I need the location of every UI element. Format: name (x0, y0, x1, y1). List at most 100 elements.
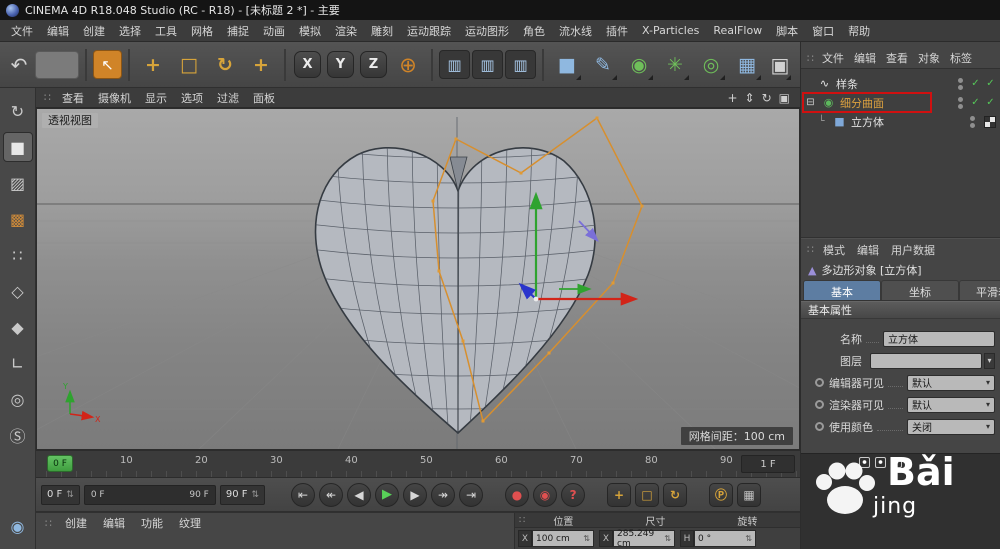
viewport-toggle-icon[interactable]: ▣ (779, 91, 790, 105)
current-frame-field[interactable]: 1 F (741, 455, 795, 473)
viewport-menu-item[interactable]: 查看 (55, 90, 91, 106)
material-menu-item[interactable]: 纹理 (171, 515, 209, 531)
keyframe-help-button[interactable]: ? (561, 483, 585, 507)
texture-tag[interactable] (984, 116, 996, 128)
record-rotation-button[interactable]: ↻ (663, 483, 687, 507)
object-manager-menu-item[interactable]: 编辑 (849, 50, 881, 66)
edges-mode-button[interactable]: ◇ (3, 276, 33, 306)
object-manager-menu-item[interactable]: 标签 (945, 50, 977, 66)
mograph-button[interactable]: ✳ (658, 47, 692, 83)
viewport-zoom-icon[interactable]: ⇕ (745, 91, 755, 105)
heart-mesh[interactable] (309, 124, 605, 439)
record-parameter-button[interactable]: Ⓟ (709, 483, 733, 507)
viewport-canvas[interactable]: Y X (37, 109, 800, 450)
object-list[interactable]: ∿ 样条 ✓ ✓ ⊟ ◉ 细分曲面 ✓ ✓ └ ■ 立方体 (801, 68, 1000, 238)
undo-button[interactable]: ↶ (5, 47, 33, 83)
use-color-select[interactable]: 关闭▾ (907, 419, 995, 435)
menu-item[interactable]: X-Particles (635, 24, 706, 37)
goto-start-button[interactable]: ⇤ (291, 483, 315, 507)
coordinate-input[interactable]: 0 °⇅ (694, 530, 756, 547)
enabled-check-icon[interactable]: ✓ (970, 78, 981, 89)
attribute-menu-item[interactable]: 用户数据 (885, 242, 941, 258)
transport-gap[interactable] (589, 483, 603, 507)
record-button[interactable]: ● (505, 483, 529, 507)
object-manager-menu-item[interactable]: 文件 (817, 50, 849, 66)
menu-item[interactable]: 插件 (599, 23, 635, 39)
coordinate-input[interactable]: 285.249 cm⇅ (613, 530, 675, 547)
menu-item[interactable]: 模拟 (292, 23, 328, 39)
menu-item[interactable]: 角色 (516, 23, 552, 39)
panel-grip-icon[interactable]: ∷ (40, 517, 57, 530)
attribute-tab[interactable]: 坐标 (881, 280, 959, 300)
next-frame-button[interactable]: ▶ (403, 483, 427, 507)
object-label[interactable]: 立方体 (851, 114, 884, 130)
basic-properties-header[interactable]: 基本属性 (801, 301, 1000, 319)
coordinate-input[interactable]: 100 cm⇅ (532, 530, 594, 547)
lock-z-axis-button[interactable]: Z (360, 51, 387, 78)
object-label[interactable]: 样条 (836, 76, 858, 92)
panel-grip-icon[interactable]: ∷ (804, 243, 817, 256)
enabled-check-icon[interactable]: ✓ (985, 78, 996, 89)
keyframe-dot-icon[interactable] (815, 400, 824, 409)
menu-item[interactable]: 窗口 (805, 23, 841, 39)
timeline-ruler[interactable]: 0 F 102030405060708090 1 F (36, 450, 800, 478)
viewport-menu-item[interactable]: 过滤 (210, 90, 246, 106)
editor-visibility-select[interactable]: 默认▾ (907, 375, 995, 391)
play-button[interactable]: ▶ (375, 483, 399, 507)
workplane-mode-button[interactable]: ▩ (3, 204, 33, 234)
menu-item[interactable]: 文件 (4, 23, 40, 39)
menu-item[interactable]: 帮助 (841, 23, 877, 39)
stepper-icon[interactable]: ⇅ (664, 534, 671, 543)
prev-frame-button[interactable]: ◀ (347, 483, 371, 507)
lock-x-axis-button[interactable]: X (294, 51, 321, 78)
object-row-cube[interactable]: └ ■ 立方体 (801, 112, 1000, 131)
camera-button[interactable]: ▣ (766, 47, 794, 83)
renderer-visibility-select[interactable]: 默认▾ (907, 397, 995, 413)
goto-end-button[interactable]: ⇥ (459, 483, 483, 507)
panel-grip-icon[interactable]: ∷ (40, 91, 55, 104)
keyframe-selection-button[interactable]: ▦ (737, 483, 761, 507)
menu-item[interactable]: 网格 (184, 23, 220, 39)
render-settings-button[interactable]: ▥ (505, 50, 536, 79)
menu-item[interactable]: 雕刻 (364, 23, 400, 39)
attribute-tab[interactable]: 基本 (803, 280, 881, 300)
viewport-rotate-icon[interactable]: ↻ (762, 91, 772, 105)
expand-icon[interactable]: ⊟ (804, 97, 817, 108)
prev-key-button[interactable]: ↞ (319, 483, 343, 507)
transport-gap[interactable] (691, 483, 705, 507)
points-mode-button[interactable]: ∷ (3, 240, 33, 270)
layer-input[interactable] (870, 353, 982, 369)
material-menu-item[interactable]: 编辑 (95, 515, 133, 531)
redo-button[interactable] (35, 51, 79, 79)
stepper-icon[interactable]: ⇅ (745, 534, 752, 543)
viewport-pan-icon[interactable]: + (727, 91, 737, 105)
keyframe-dot-icon[interactable] (815, 422, 824, 431)
material-menu-item[interactable]: 创建 (57, 515, 95, 531)
axis-mode-button[interactable]: ∟ (3, 348, 33, 378)
menu-item[interactable]: 动画 (256, 23, 292, 39)
visibility-dots[interactable] (958, 78, 963, 90)
visibility-dots[interactable] (970, 116, 975, 128)
autokey-button[interactable]: ◉ (533, 483, 557, 507)
name-input[interactable]: 立方体 (883, 331, 995, 347)
menu-item[interactable]: 脚本 (769, 23, 805, 39)
end-frame-field[interactable]: 90 F ⇅ (220, 485, 265, 505)
polygons-mode-button[interactable]: ◆ (3, 312, 33, 342)
viewport-solo-button[interactable]: ◎ (3, 384, 33, 414)
make-editable-button[interactable]: ↻ (3, 96, 33, 126)
stepper-icon[interactable]: ⇅ (583, 534, 590, 543)
render-view-button[interactable]: ▥ (439, 50, 470, 79)
content-browser-button[interactable]: ◉ (3, 511, 33, 541)
model-mode-button[interactable]: ■ (3, 132, 33, 162)
menu-item[interactable]: 工具 (148, 23, 184, 39)
coordinate-system-button[interactable]: ⊕ (391, 47, 425, 83)
start-frame-field[interactable]: 0 F ⇅ (41, 485, 80, 505)
toolbar-separator[interactable] (542, 49, 544, 81)
toolbar-separator[interactable] (128, 49, 130, 81)
attribute-menu-item[interactable]: 模式 (817, 242, 851, 258)
perspective-viewport[interactable]: Y X 透视视图 网格间距：100 cm (36, 108, 800, 450)
viewport-menu-item[interactable]: 选项 (174, 90, 210, 106)
title-bar[interactable]: CINEMA 4D R18.048 Studio (RC - R18) - [未… (0, 0, 1000, 20)
deformer-button[interactable]: ◎ (694, 47, 728, 83)
move-tool[interactable]: + (136, 47, 170, 83)
